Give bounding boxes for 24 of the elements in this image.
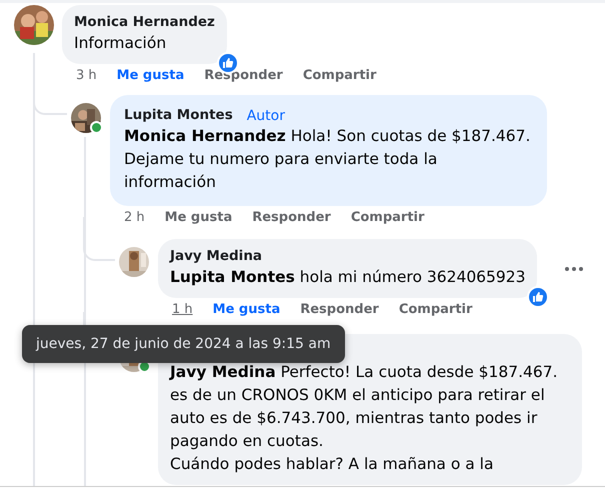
reply-link[interactable]: Responder: [300, 302, 379, 324]
like-link[interactable]: Me gusta: [164, 210, 232, 232]
share-link[interactable]: Compartir: [398, 302, 472, 324]
comment-text: Javy Medina Perfecto! La cuota desde $187.467. es de un CRONOS 0KM el anticipo para retirar el auto es de $6.743.700, mientras tanto podes ir pagando en cuotas. Cuándo podes hablar? A la mañana o a la: [170, 362, 559, 475]
timestamp-link[interactable]: 1 h: [172, 302, 193, 324]
like-reaction-icon[interactable]: [527, 286, 550, 308]
thread-connector: [83, 217, 115, 261]
comment-text: Información: [74, 33, 168, 54]
comment-text: Lupita Montes hola mi número 3624065923: [170, 267, 526, 288]
like-link[interactable]: Me gusta: [212, 302, 280, 324]
author-name[interactable]: Lupita Montes: [124, 106, 233, 125]
date-tooltip: jueves, 27 de junio de 2024 a las 9:15 am: [22, 325, 345, 363]
timestamp-link[interactable]: 3 h: [76, 68, 97, 90]
reply-link[interactable]: Responder: [252, 210, 331, 232]
like-link[interactable]: Me gusta: [116, 68, 184, 90]
share-link[interactable]: Compartir: [302, 68, 376, 90]
author-label: Autor: [246, 108, 285, 124]
reply-link[interactable]: Responder: [204, 68, 283, 90]
author-name[interactable]: Javy Medina: [170, 247, 262, 266]
share-link[interactable]: Compartir: [350, 210, 424, 232]
comment-text: Monica Hernandez Hola! Son cuotas de $187.467. Dejame tu numero para enviarte toda la información: [124, 126, 532, 193]
author-name[interactable]: Monica Hernandez: [74, 13, 215, 32]
more-options-icon[interactable]: [565, 266, 583, 270]
timestamp-link[interactable]: 2 h: [124, 210, 145, 232]
